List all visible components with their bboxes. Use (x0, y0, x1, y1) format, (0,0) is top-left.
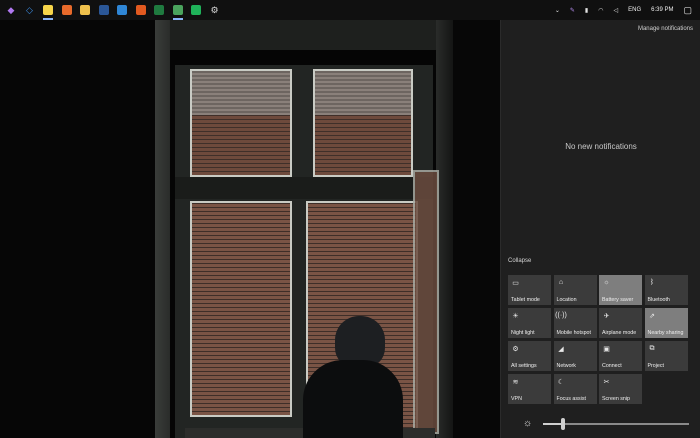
tile-all-settings[interactable]: ⚙ All settings (508, 341, 551, 371)
pen-icon[interactable]: ✎ (570, 7, 575, 14)
tile-bluetooth[interactable]: ᛒ Bluetooth (644, 275, 688, 305)
mobile-hotspot-icon: ((·)) (555, 312, 567, 319)
person-silhouette (303, 360, 403, 438)
sticky-notes-icon-glyph (43, 5, 53, 15)
tile-label: Mobile hotspot (556, 330, 591, 336)
system-tray: ⌄ ✎ ▮ ◠ ◁ ENG 6:39 PM ▢ (550, 0, 700, 20)
tile-project[interactable]: ⧉ Project (644, 341, 688, 371)
connect-icon: ▣ (603, 345, 610, 353)
tile-label: Night light (511, 330, 535, 336)
chrome-canary-icon-glyph (61, 5, 72, 15)
tile-label: Project (647, 363, 665, 369)
chrome-icon[interactable] (171, 3, 185, 20)
vs-code-icon[interactable]: ◇ (23, 3, 37, 17)
tile-label: All settings (511, 363, 537, 369)
tile-label: VPN (511, 396, 522, 402)
tile-label: Battery saver (602, 297, 634, 303)
file-explorer-icon[interactable] (78, 3, 92, 17)
vs-code-icon-glyph: ◇ (26, 5, 33, 15)
green-app-icon-glyph (191, 5, 201, 15)
word-icon-glyph (98, 5, 109, 15)
tile-screen-snip[interactable]: ✂ Screen snip (599, 374, 642, 404)
tile-connect[interactable]: ▣ Connect (599, 341, 642, 371)
show-hidden-icons-chevron-icon[interactable]: ⌄ (555, 7, 560, 14)
tile-battery-saver[interactable]: ☼ Battery saver (599, 275, 642, 305)
tile-focus-assist[interactable]: ☾ Focus assist (553, 374, 597, 404)
tile-tablet-mode[interactable]: ▭ Tablet mode (508, 275, 551, 305)
focus-assist-icon: ☾ (557, 378, 565, 386)
volume-icon[interactable]: ◁ (613, 7, 618, 14)
clock[interactable]: 6:39 PM (651, 7, 673, 13)
all-settings-icon: ⚙ (512, 345, 519, 353)
tile-network[interactable]: ◢ Network (553, 341, 597, 371)
nearby-sharing-icon: ⇗ (649, 312, 655, 320)
green-app-icon[interactable] (189, 3, 203, 17)
night-light-icon: ☀ (512, 312, 519, 320)
tile-airplane-mode[interactable]: ✈ Airplane mode (599, 308, 642, 338)
tile-label: Network (556, 363, 576, 369)
manage-notifications-link[interactable]: Manage notifications (638, 26, 693, 32)
word-icon[interactable] (97, 3, 111, 17)
vpn-icon: ≋ (512, 378, 519, 386)
project-icon: ⧉ (649, 344, 655, 352)
tile-label: Bluetooth (647, 297, 670, 303)
tile-nearby-sharing[interactable]: ⇗ Nearby sharing (644, 308, 688, 338)
brightness-track[interactable] (543, 418, 689, 430)
firefox-icon[interactable] (134, 3, 148, 17)
tile-mobile-hotspot[interactable]: ((·)) Mobile hotspot (553, 308, 597, 338)
battery-saver-icon: ☼ (603, 279, 610, 286)
tile-label: Airplane mode (602, 330, 637, 336)
tile-label: Location (556, 297, 577, 303)
tablet-mode-icon: ▭ (512, 279, 519, 287)
action-center: Manage notifications No new notification… (500, 20, 700, 438)
sticky-notes-icon[interactable] (41, 3, 55, 20)
visual-studio-icon[interactable]: ◆ (4, 3, 18, 17)
visual-studio-icon-glyph: ◆ (7, 5, 15, 15)
screen-snip-icon: ✂ (603, 378, 610, 386)
bluetooth-icon: ᛒ (649, 279, 655, 286)
tile-night-light[interactable]: ☀ Night light (508, 308, 551, 338)
airplane-mode-icon: ✈ (603, 312, 610, 320)
no-notifications-text: No new notifications (565, 142, 637, 151)
file-explorer-icon-glyph (80, 5, 90, 15)
tile-label: Focus assist (556, 396, 586, 402)
location-icon: ⌂ (558, 279, 564, 286)
chrome-canary-icon[interactable] (60, 3, 74, 17)
tile-label: Tablet mode (511, 297, 540, 303)
tile-label: Nearby sharing (647, 330, 684, 336)
tile-location[interactable]: ⌂ Location (553, 275, 597, 305)
tile-label: Connect (602, 363, 622, 369)
brightness-icon: ☼ (523, 418, 533, 429)
tile-vpn[interactable]: ≋ VPN (508, 374, 551, 404)
brightness-slider[interactable]: ☼ (507, 417, 695, 431)
taskbar: ◆ ◇ ⚙ ⌄ ✎ ▮ ◠ ◁ ENG 6:39 PM ▢ (0, 0, 700, 21)
brightness-fill (543, 423, 564, 425)
excel-icon[interactable] (152, 3, 166, 17)
input-language[interactable]: ENG (628, 7, 641, 13)
desktop-wallpaper (0, 20, 500, 438)
edge-icon-glyph (117, 5, 127, 15)
collapse-link[interactable]: Collapse (508, 258, 531, 264)
tile-label: Screen snip (602, 396, 630, 402)
edge-icon[interactable] (115, 3, 129, 17)
wifi-icon[interactable]: ◠ (598, 7, 603, 14)
excel-icon-glyph (154, 5, 164, 15)
action-center-icon[interactable]: ▢ (683, 5, 692, 16)
chrome-icon-glyph (172, 5, 183, 15)
settings-icon-glyph: ⚙ (210, 5, 219, 15)
brightness-thumb[interactable] (561, 418, 566, 430)
settings-icon[interactable]: ⚙ (208, 3, 222, 17)
battery-icon[interactable]: ▮ (585, 7, 588, 14)
firefox-icon-glyph (135, 5, 146, 15)
network-icon: ◢ (558, 345, 564, 353)
